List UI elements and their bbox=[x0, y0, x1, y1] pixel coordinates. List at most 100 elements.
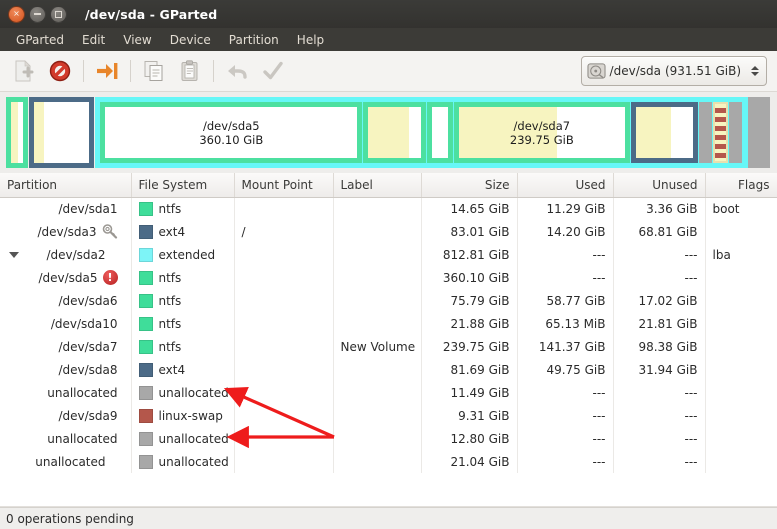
new-partition-button[interactable] bbox=[9, 56, 39, 86]
table-row[interactable]: unallocated unallocated 11.49 GiB --- --- bbox=[0, 381, 777, 404]
partition-name: /dev/sda3 bbox=[37, 224, 97, 239]
table-row[interactable]: /dev/sda5! ntfs 360.10 GiB --- --- bbox=[0, 266, 777, 289]
cell-label: New Volume bbox=[333, 335, 422, 358]
partition-name: unallocated bbox=[35, 454, 106, 469]
table-row[interactable]: /dev/sda1 ntfs 14.65 GiB 11.29 GiB 3.36 GiB b… bbox=[0, 197, 777, 220]
device-selector[interactable]: /dev/sda (931.51 GiB) bbox=[580, 56, 767, 86]
graphic-block-sda7[interactable]: /dev/sda7 239.75 GiB bbox=[453, 102, 630, 163]
menu-view[interactable]: View bbox=[114, 31, 160, 49]
graphic-block-sda8[interactable] bbox=[630, 102, 699, 163]
cell-mountpoint bbox=[234, 335, 334, 358]
filesystem-name: ext4 bbox=[158, 362, 186, 377]
cell-filesystem: ntfs bbox=[131, 197, 235, 220]
cell-filesystem: unallocated bbox=[131, 381, 235, 404]
table-row[interactable]: /dev/sda2 extended 812.81 GiB --- --- lba bbox=[0, 243, 777, 266]
column-header-label[interactable]: Label bbox=[333, 173, 422, 198]
menu-edit[interactable]: Edit bbox=[73, 31, 114, 49]
cell-mountpoint bbox=[234, 266, 334, 289]
key-icon bbox=[102, 224, 117, 239]
graphic-block-sda3[interactable] bbox=[29, 97, 95, 168]
partition-name: unallocated bbox=[47, 431, 118, 446]
chevron-down-icon bbox=[751, 72, 759, 76]
minimize-icon bbox=[34, 13, 41, 15]
column-header-unused[interactable]: Unused bbox=[613, 173, 706, 198]
partition-name: unallocated bbox=[47, 385, 118, 400]
filesystem-name: unallocated bbox=[158, 454, 229, 469]
graphic-block-unallocated-2[interactable] bbox=[728, 102, 742, 163]
column-header-filesystem[interactable]: File System bbox=[131, 173, 235, 198]
toolbar-separator-2 bbox=[130, 60, 131, 82]
graphic-block-label-sda5: /dev/sda5 360.10 GiB bbox=[199, 118, 264, 147]
cell-filesystem: ext4 bbox=[131, 358, 235, 381]
partition-name: /dev/sda7 bbox=[58, 339, 118, 354]
statusbar-text: 0 operations pending bbox=[6, 511, 134, 526]
filesystem-color-swatch bbox=[138, 339, 153, 354]
table-row[interactable]: /dev/sda7 ntfs New Volume 239.75 GiB 141.37 … bbox=[0, 335, 777, 358]
filesystem-color-swatch bbox=[138, 224, 153, 239]
cell-used: --- bbox=[517, 243, 614, 266]
column-header-mountpoint[interactable]: Mount Point bbox=[234, 173, 334, 198]
column-header-size[interactable]: Size bbox=[421, 173, 518, 198]
cell-used: 65.13 MiB bbox=[517, 312, 614, 335]
menu-help[interactable]: Help bbox=[288, 31, 333, 49]
device-selector-size: (931.51 GiB) bbox=[664, 64, 741, 78]
column-header-used[interactable]: Used bbox=[517, 173, 614, 198]
graphic-block-sda6[interactable] bbox=[363, 102, 427, 163]
graphic-block-sda1[interactable] bbox=[6, 97, 29, 168]
cell-mountpoint: / bbox=[234, 220, 334, 243]
cell-filesystem: ntfs bbox=[131, 266, 235, 289]
resize-move-button[interactable] bbox=[92, 56, 122, 86]
graphic-block-sda10[interactable] bbox=[427, 102, 453, 163]
menu-gparted[interactable]: GParted bbox=[7, 31, 73, 49]
window-titlebar: × /dev/sda - GParted bbox=[0, 0, 777, 28]
graphic-block-unallocated-tail[interactable] bbox=[747, 97, 770, 168]
cell-label bbox=[333, 289, 422, 312]
table-row[interactable]: /dev/sda6 ntfs 75.79 GiB 58.77 GiB 17.02 GiB bbox=[0, 289, 777, 312]
cell-used: --- bbox=[517, 427, 614, 450]
filesystem-color-swatch bbox=[138, 385, 153, 400]
menu-partition[interactable]: Partition bbox=[220, 31, 288, 49]
table-row[interactable]: /dev/sda10 ntfs 21.88 GiB 65.13 MiB 21.81 Gi… bbox=[0, 312, 777, 335]
cell-used: 14.20 GiB bbox=[517, 220, 614, 243]
table-row[interactable]: unallocated unallocated 12.80 GiB --- --- bbox=[0, 427, 777, 450]
cell-label bbox=[333, 197, 422, 220]
device-selector-spinner[interactable] bbox=[748, 66, 762, 76]
graphic-used-fill-sda1 bbox=[11, 102, 18, 163]
delete-partition-button[interactable] bbox=[45, 56, 75, 86]
filesystem-name: linux-swap bbox=[158, 408, 223, 423]
menu-device[interactable]: Device bbox=[161, 31, 220, 49]
graphic-block-sda5[interactable]: /dev/sda5 360.10 GiB bbox=[100, 102, 363, 163]
copy-button[interactable] bbox=[139, 56, 169, 86]
cell-partition: /dev/sda7 bbox=[0, 335, 132, 358]
window-close-button[interactable]: × bbox=[8, 5, 25, 23]
apply-button[interactable] bbox=[258, 56, 288, 86]
maximize-icon bbox=[55, 10, 62, 18]
column-header-partition[interactable]: Partition bbox=[0, 173, 132, 198]
graphic-block-extended-sda2[interactable]: /dev/sda5 360.10 GiB/dev/sda7 239.75 GiB bbox=[95, 97, 748, 168]
partition-name: /dev/sda9 bbox=[58, 408, 118, 423]
cell-used: --- bbox=[517, 266, 614, 289]
expander-triangle-icon[interactable] bbox=[9, 251, 19, 258]
table-row[interactable]: /dev/sda9 linux-swap 9.31 GiB --- --- bbox=[0, 404, 777, 427]
device-selector-name: /dev/sda bbox=[609, 64, 661, 78]
undo-button[interactable] bbox=[222, 56, 252, 86]
cell-flags bbox=[705, 220, 777, 243]
filesystem-color-swatch bbox=[138, 247, 153, 262]
cell-mountpoint bbox=[234, 197, 334, 220]
cell-used: 11.29 GiB bbox=[517, 197, 614, 220]
window-maximize-button[interactable] bbox=[50, 5, 67, 23]
table-row[interactable]: /dev/sda8 ext4 81.69 GiB 49.75 GiB 31.94 GiB bbox=[0, 358, 777, 381]
window-minimize-button[interactable] bbox=[29, 5, 46, 23]
filesystem-name: extended bbox=[158, 247, 216, 262]
cell-size: 9.31 GiB bbox=[421, 404, 518, 427]
column-header-flags[interactable]: Flags bbox=[705, 173, 777, 198]
graphic-block-unallocated-1[interactable] bbox=[699, 102, 712, 163]
table-row[interactable]: /dev/sda3 ext4 / 83.01 GiB 14.20 GiB 68.81 Gi… bbox=[0, 220, 777, 243]
partition-name: /dev/sda8 bbox=[58, 362, 118, 377]
graphic-block-sda9-swap[interactable] bbox=[712, 102, 728, 163]
cell-size: 239.75 GiB bbox=[421, 335, 518, 358]
cell-unused: --- bbox=[613, 243, 706, 266]
table-row[interactable]: unallocated unallocated 21.04 GiB --- --- bbox=[0, 450, 777, 473]
cell-label bbox=[333, 312, 422, 335]
paste-button[interactable] bbox=[175, 56, 205, 86]
